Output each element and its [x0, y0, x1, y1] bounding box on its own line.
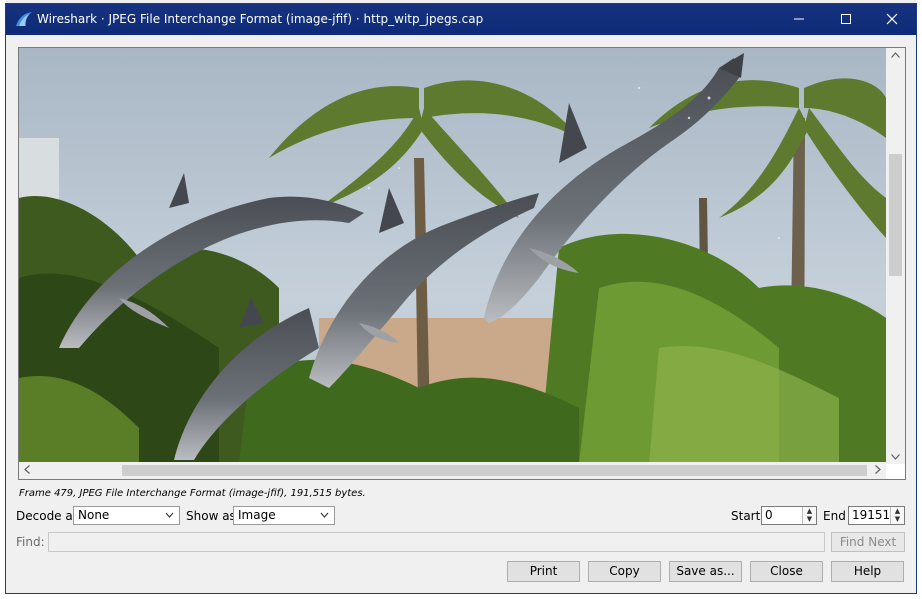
minimize-icon	[794, 18, 804, 20]
close-button[interactable]: Close	[750, 561, 823, 582]
spin-down-icon[interactable]: ▼	[803, 515, 816, 523]
help-button[interactable]: Help	[831, 561, 904, 582]
scroll-down-arrow-icon[interactable]	[891, 453, 900, 463]
find-next-button[interactable]: Find Next	[831, 532, 905, 552]
end-label: End	[823, 509, 846, 523]
export-image-dialog: Wireshark · JPEG File Interchange Format…	[5, 3, 917, 594]
find-input[interactable]	[48, 532, 825, 552]
horizontal-scroll-thumb[interactable]	[122, 465, 867, 476]
scroll-left-arrow-icon[interactable]	[24, 465, 30, 477]
copy-button[interactable]: Copy	[588, 561, 661, 582]
horizontal-scrollbar[interactable]	[19, 462, 886, 479]
print-button[interactable]: Print	[507, 561, 580, 582]
background-window-edge-right	[917, 0, 922, 599]
close-window-button[interactable]	[869, 4, 915, 35]
close-icon	[886, 13, 898, 25]
minimize-button[interactable]	[776, 4, 822, 35]
scroll-up-arrow-icon[interactable]	[891, 51, 900, 61]
vertical-scroll-thumb[interactable]	[889, 154, 902, 276]
decode-as-select[interactable]: None	[73, 506, 180, 525]
start-label: Start	[731, 509, 761, 523]
spin-arrows[interactable]: ▲ ▼	[890, 507, 904, 524]
image-viewer[interactable]	[18, 47, 906, 480]
window-title: Wireshark · JPEG File Interchange Format…	[37, 12, 484, 26]
save-as-button[interactable]: Save as...	[669, 561, 742, 582]
spin-down-icon[interactable]: ▼	[891, 515, 904, 523]
chevron-down-icon	[165, 507, 174, 530]
chevron-down-icon	[320, 507, 329, 530]
vertical-scrollbar[interactable]	[886, 48, 905, 464]
scroll-right-arrow-icon[interactable]	[875, 465, 881, 477]
spin-up-icon[interactable]: ▲	[803, 507, 816, 515]
spin-arrows[interactable]: ▲ ▼	[802, 507, 816, 524]
start-value: 0	[765, 508, 773, 522]
dolphins-jumping-photo	[19, 48, 886, 464]
end-spinbox[interactable]: 191514 ▲ ▼	[848, 506, 905, 525]
decode-as-label: Decode as	[16, 509, 79, 523]
show-as-label: Show as	[186, 509, 236, 523]
start-spinbox[interactable]: 0 ▲ ▼	[761, 506, 817, 525]
maximize-icon	[841, 14, 851, 24]
find-label: Find:	[16, 535, 45, 549]
spin-up-icon[interactable]: ▲	[891, 507, 904, 515]
show-as-value: Image	[238, 508, 276, 522]
frame-info-text: Frame 479, JPEG File Interchange Format …	[19, 488, 366, 499]
show-as-select[interactable]: Image	[233, 506, 335, 525]
decode-as-value: None	[78, 508, 110, 522]
wireshark-fin-icon	[16, 12, 32, 26]
title-bar: Wireshark · JPEG File Interchange Format…	[6, 4, 916, 35]
maximize-button[interactable]	[823, 4, 869, 35]
